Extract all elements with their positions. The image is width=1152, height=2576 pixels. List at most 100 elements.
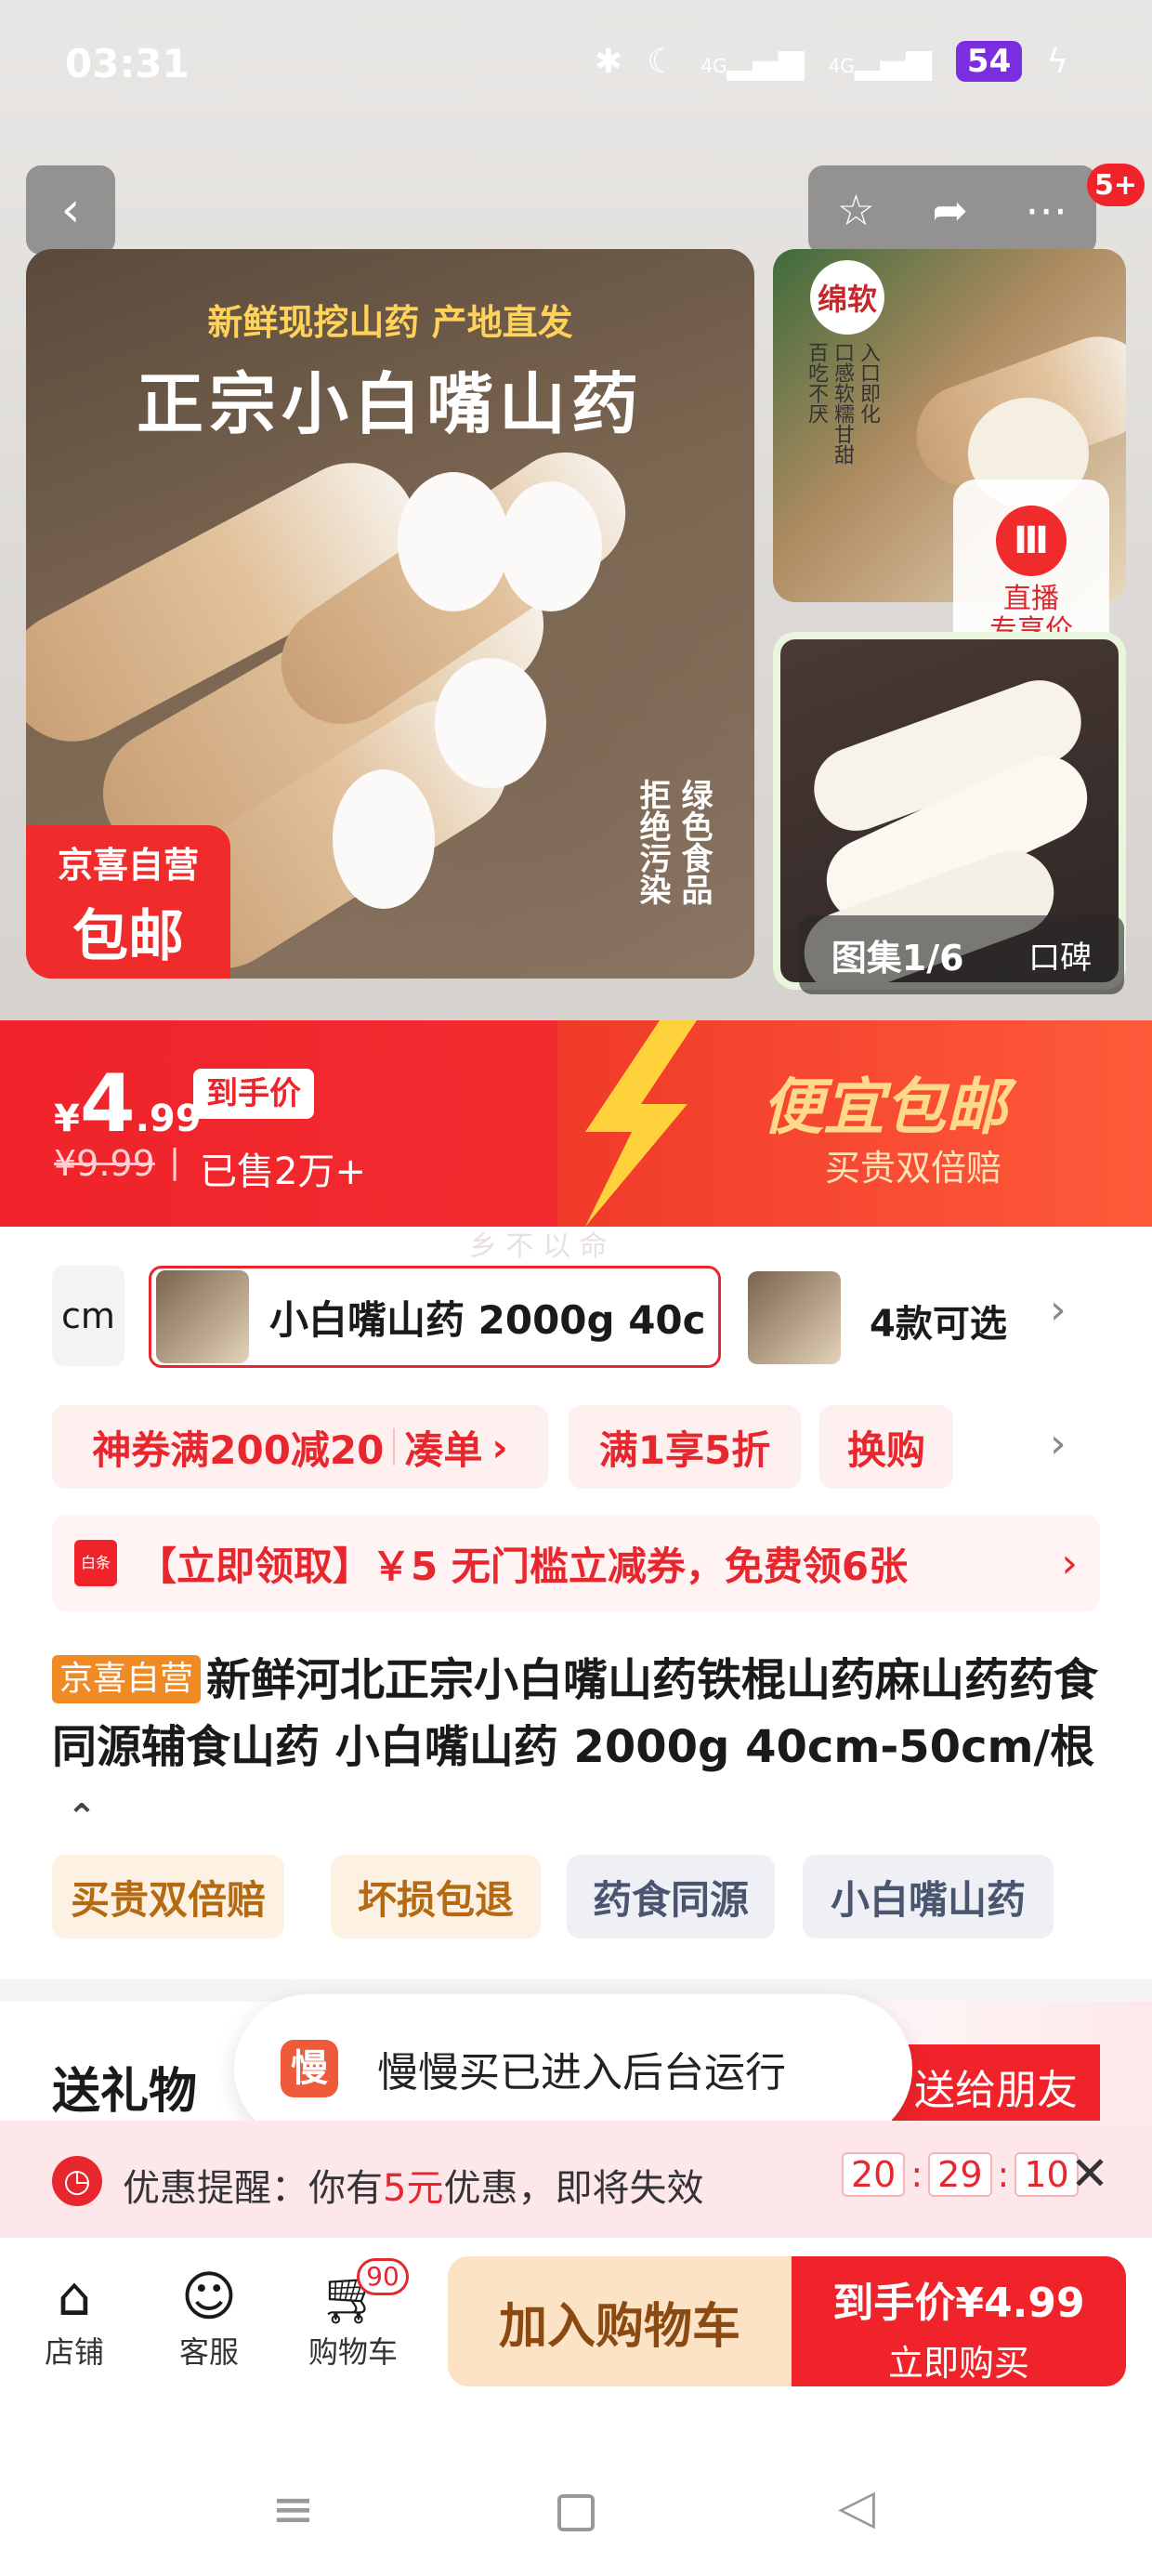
lightning-icon [585,1020,697,1227]
top-actions: ☆ ➦ ⋯ [808,165,1096,255]
battery-level: 54 [955,41,1023,82]
service-label: 客服 [178,2334,239,2370]
clock-icon: ◷ [52,2156,102,2206]
cart-count-badge: 90 [357,2258,409,2295]
moon-icon: ☾ [647,42,677,81]
yam-cut [500,481,602,611]
back-icon[interactable]: ◁ [838,2479,875,2535]
live-icon: Ⅲ [996,506,1067,576]
coupon-chip-1-action: 凑单 [404,1426,483,1473]
self-operated-badge: 京喜自营 包邮 [26,825,230,979]
main-product-image[interactable]: 新鲜现挖山药 产地直发 正宗小白嘴山药 绿色食品 拒绝污染 京喜自营 包邮 [26,249,754,979]
live-label: 直播 [1003,583,1059,615]
album-counter: 图集1/6 [831,938,964,979]
service-icon: ☺ [180,2265,238,2328]
koubei-tab[interactable]: 口碑 [1028,932,1092,978]
more-icon[interactable]: ⋯ [1025,185,1067,235]
promo-subtitle: 买贵双倍赔 [825,1148,1002,1189]
claim-text: 【立即领取】￥5 无门槛立减券，免费领6张 [137,1543,909,1589]
chevron-right-icon: › [1061,1539,1078,1587]
stamp-label: 绵软 [810,260,884,335]
product-title: 京喜自营 新鲜河北正宗小白嘴山药铁棍山药麻山药药食同源辅食山药 小白嘴山药 200… [52,1647,1111,1850]
sku-option-prev[interactable]: cm [52,1266,124,1366]
countdown-minutes: 29 [928,2152,992,2197]
watermark: 乡 不 以 命 [469,1230,608,1263]
yam-cut [435,658,546,788]
price-banner: ¥4.99 到手价 ¥9.99 | 已售2万+ 便宜包邮 买贵双倍赔 [0,1020,1152,1227]
tag-damage-refund[interactable]: 坏损包退 [331,1855,541,1939]
tag-medicinal-food[interactable]: 药食同源 [567,1855,775,1939]
coupon-divider [393,1428,396,1465]
current-price: ¥4.99 [54,1058,202,1150]
buy-price: 到手价¥4.99 [832,2280,1085,2327]
status-time: 03:31 [65,41,190,86]
price-divider: | [169,1143,181,1181]
chevron-right-icon: › [491,1424,508,1470]
coupon-chip-2[interactable]: 满1享5折 [569,1405,801,1489]
shop-button[interactable]: ⌂ 店铺 [28,2264,121,2372]
app-icon: 慢 [281,2040,338,2097]
chevron-right-icon[interactable]: › [1050,1420,1067,1467]
close-icon[interactable]: ✕ [1070,2147,1109,2201]
gift-to-friend-button[interactable]: 送给朋友 [892,2044,1100,2128]
bluetooth-icon: ✱ [594,42,623,81]
side-poem: 百吃不厌 [805,342,828,424]
gift-label: 送礼物 [52,2064,198,2120]
image-title: 正宗小白嘴山药 [136,365,644,443]
toast-text: 慢慢买已进入后台运行 [377,2049,786,2096]
reminder-text: 优惠提醒：你有5元优惠，即将失效 [123,2167,704,2210]
sku-option-selected[interactable]: 小白嘴山药 2000g 40c [149,1266,721,1368]
status-icons: ✱ ☾ 4G▂▄▆ 4G▂▄▆ 54 ϟ [595,41,1068,82]
buy-now-label: 立即购买 [887,2343,1029,2384]
sold-count: 已售2万+ [200,1150,366,1193]
original-price: ¥9.99 [54,1143,155,1184]
bottom-action-bar: ⌂ 店铺 ☺ 客服 🛒︎ 购物车 90 加入购物车 到手价¥4.99 立即购买 [0,2238,1152,2424]
countdown-sep: : [910,2154,923,2195]
system-navigation: ≡ ◁ [0,2424,1152,2576]
charging-icon: ϟ [1046,42,1068,81]
add-to-cart-button[interactable]: 加入购物车 [448,2256,792,2386]
side-poem: 口感软糯甘甜 [831,342,854,465]
sku-count[interactable]: 4款可选 [870,1294,1007,1347]
share-icon[interactable]: ➦ [932,185,968,235]
sku-selected-label: 小白嘴山药 2000g 40c [269,1296,706,1343]
countdown-sep: : [997,2154,1010,2195]
promo-title: 便宜包邮 [762,1071,1007,1143]
coupon-chip-3[interactable]: 换购 [819,1405,953,1489]
sku-thumbnail [156,1270,249,1363]
coupon-chip-1[interactable]: 神券满200减20 凑单 › [52,1405,548,1489]
chevron-up-icon[interactable]: ⌃ [67,1796,97,1837]
star-icon[interactable]: ☆ [837,185,875,235]
chevron-right-icon[interactable]: › [1050,1286,1067,1334]
back-button[interactable]: ‹ [26,165,115,255]
image-tagline: 新鲜现挖山药 产地直发 [207,302,573,343]
chevron-left-icon: ‹ [60,182,81,238]
countdown-hours: 20 [842,2152,906,2197]
claim-coupon-banner[interactable]: 白条 【立即领取】￥5 无门槛立减券，免费领6张 › [52,1515,1100,1611]
tag-double-compensation[interactable]: 买贵双倍赔 [52,1855,284,1939]
price-tag: 到手价 [193,1069,314,1119]
countdown: 20 : 29 : 10 [842,2152,1079,2197]
signal-icon-2: 4G▂▄▆ [828,42,932,81]
shop-label: 店铺 [44,2334,104,2370]
sku-thumbnail-2[interactable] [748,1271,841,1364]
coupon-chip-1-label: 神券满200减20 [92,1426,385,1473]
message-badge: 5+ [1087,164,1145,206]
baitiao-icon: 白条 [74,1540,117,1586]
self-operated-tag: 京喜自营 [52,1655,202,1703]
menu-icon[interactable]: ≡ [271,2479,315,2540]
yam-cut [398,472,509,611]
countdown-seconds: 10 [1015,2152,1079,2197]
image-side-text: 拒绝污染 [634,779,671,905]
discount-reminder: ◷ 优惠提醒：你有5元优惠，即将失效 20 : 29 : 10 ✕ [0,2121,1152,2238]
image-side-text: 绿色食品 [675,779,713,905]
buy-now-button[interactable]: 到手价¥4.99 立即购买 [792,2256,1126,2386]
yam-cut [333,769,435,909]
cart-label: 购物车 [308,2334,398,2370]
tag-variety[interactable]: 小白嘴山药 [803,1855,1054,1939]
side-poem: 入口即化 [857,342,880,424]
album-counter-bar[interactable]: 图集1/6 口碑 [799,915,1124,994]
service-button[interactable]: ☺ 客服 [163,2264,255,2372]
signal-icon: 4G▂▄▆ [700,42,805,81]
home-icon[interactable] [557,2494,595,2531]
